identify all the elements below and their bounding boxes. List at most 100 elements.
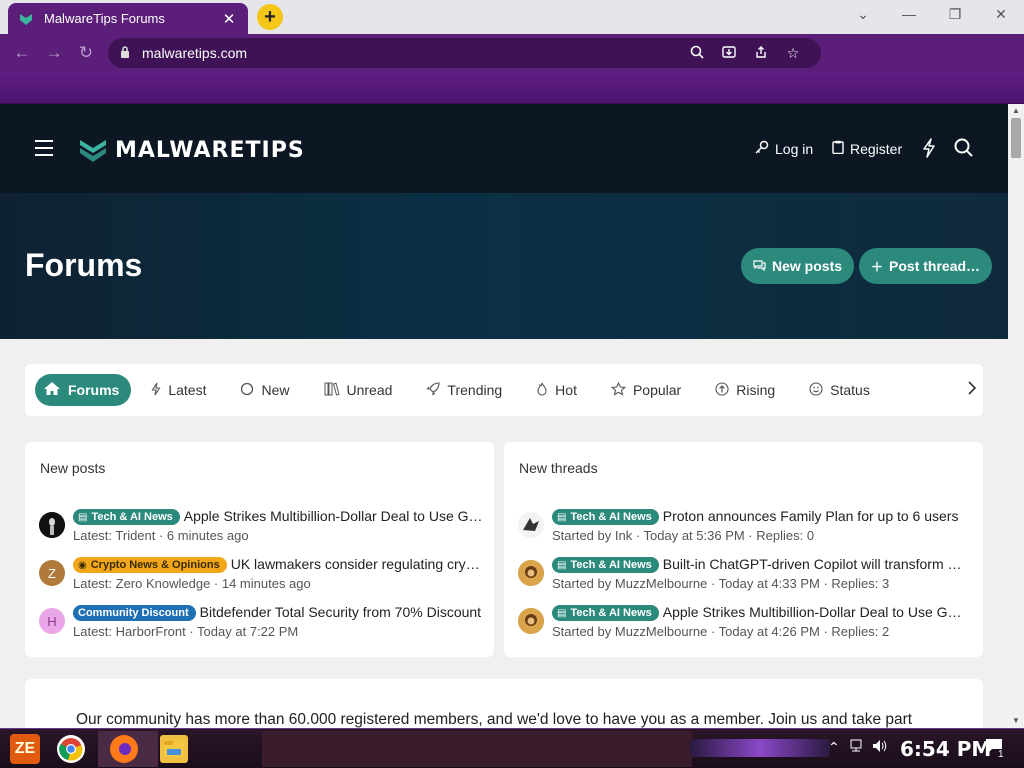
scroll-down-icon[interactable]: ▼ bbox=[1008, 714, 1024, 728]
home-icon bbox=[43, 381, 61, 399]
install-icon[interactable] bbox=[713, 45, 745, 62]
lock-icon bbox=[120, 45, 130, 61]
list-item[interactable]: H Community Discount Bitdefender Total Se… bbox=[39, 602, 481, 642]
panel-title[interactable]: New threads bbox=[519, 460, 598, 476]
list-item[interactable]: ▤ Tech & AI News Built-in ChatGPT-driven C… bbox=[518, 554, 962, 594]
books-icon bbox=[324, 382, 340, 399]
forward-arrow-icon[interactable]: → bbox=[38, 37, 70, 69]
list-item[interactable]: ▤ Tech & AI News Proton announces Family P… bbox=[518, 506, 958, 546]
network-icon[interactable] bbox=[848, 739, 864, 756]
thread-meta: Started by Ink · Today at 5:36 PM · Repl… bbox=[552, 528, 815, 543]
tab-trending[interactable]: Trending bbox=[412, 374, 516, 406]
tab-close-icon[interactable]: ✕ bbox=[220, 10, 238, 28]
tab-popular[interactable]: Popular bbox=[597, 374, 695, 406]
back-arrow-icon[interactable]: ← bbox=[6, 37, 38, 69]
badge-label: Community Discount bbox=[78, 607, 189, 619]
avatar[interactable]: Z bbox=[39, 560, 65, 586]
badge-label: Tech & AI News bbox=[570, 607, 652, 619]
thread-title[interactable]: Bitdefender Total Security from 70% Disc… bbox=[200, 604, 481, 620]
news-icon: ▤ bbox=[557, 608, 567, 619]
tab-label: Status bbox=[830, 382, 870, 398]
category-badge[interactable]: ▤ Tech & AI News bbox=[552, 605, 659, 621]
news-icon: ▤ bbox=[557, 560, 567, 571]
list-item[interactable]: Z ◉ Crypto News & Opinions UK lawmakers co… bbox=[39, 554, 483, 594]
tab-label: Trending bbox=[447, 382, 503, 398]
malwaretips-favicon-icon bbox=[18, 11, 34, 27]
tab-label: Popular bbox=[632, 382, 682, 398]
tab-label: Unread bbox=[346, 382, 393, 398]
start-button[interactable]: ZE bbox=[10, 734, 40, 764]
panel-title[interactable]: New posts bbox=[40, 460, 105, 476]
tab-status[interactable]: Status bbox=[795, 374, 884, 406]
page-title: Forums bbox=[25, 247, 143, 283]
tab-label: Latest bbox=[168, 382, 207, 398]
hamburger-menu-icon[interactable] bbox=[35, 140, 53, 156]
badge-label: Tech & AI News bbox=[570, 511, 652, 523]
category-badge[interactable]: Community Discount bbox=[73, 605, 196, 621]
list-item[interactable]: ▤ Tech & AI News Apple Strikes Multibillio… bbox=[518, 602, 962, 642]
scrollbar-thumb[interactable] bbox=[1011, 118, 1021, 158]
search-icon[interactable] bbox=[954, 138, 973, 162]
coin-icon: ◉ bbox=[78, 560, 87, 571]
tab-label: Rising bbox=[736, 382, 776, 398]
address-bar[interactable]: malwaretips.com ☆ bbox=[108, 38, 821, 68]
smile-icon bbox=[809, 381, 823, 399]
tray-chevron-up-icon[interactable]: ⌃ bbox=[828, 739, 840, 756]
thread-title[interactable]: Apple Strikes Multibillion-Dollar Deal t… bbox=[663, 604, 962, 620]
login-link[interactable]: Log in bbox=[755, 140, 813, 157]
tab-rising[interactable]: Rising bbox=[701, 374, 789, 406]
post-thread-label: Post thread… bbox=[889, 258, 981, 274]
new-posts-label: New posts bbox=[772, 258, 843, 274]
category-badge[interactable]: ▤ Tech & AI News bbox=[552, 509, 659, 525]
thread-meta: Started by MuzzMelbourne · Today at 4:33… bbox=[552, 576, 890, 591]
thread-title[interactable]: Proton announces Family Plan for up to 6… bbox=[663, 508, 959, 524]
restore-button[interactable]: ❐ bbox=[944, 6, 966, 26]
avatar[interactable] bbox=[518, 560, 544, 586]
minimize-button[interactable]: — bbox=[898, 6, 920, 26]
thread-meta: Started by MuzzMelbourne · Today at 4:26… bbox=[552, 624, 890, 639]
whats-new-bolt-icon[interactable] bbox=[921, 138, 937, 163]
tab-latest[interactable]: Latest bbox=[137, 374, 220, 406]
avatar[interactable]: H bbox=[39, 608, 65, 634]
plus-icon: ＋ bbox=[871, 259, 884, 274]
tab-new[interactable]: New bbox=[226, 374, 303, 406]
firefox-app-icon[interactable] bbox=[110, 735, 138, 763]
chevron-right-icon[interactable] bbox=[967, 380, 977, 401]
comments-icon bbox=[753, 259, 766, 274]
new-tab-button[interactable]: + bbox=[257, 4, 283, 30]
tab-hot[interactable]: Hot bbox=[522, 374, 591, 406]
volume-icon[interactable] bbox=[872, 739, 888, 756]
avatar[interactable] bbox=[518, 512, 544, 538]
tab-forums[interactable]: Forums bbox=[35, 374, 132, 406]
tab-search-icon[interactable]: ⌄ bbox=[852, 6, 874, 26]
reload-icon[interactable]: ↻ bbox=[70, 37, 102, 69]
scroll-up-icon[interactable]: ▲ bbox=[1008, 104, 1024, 118]
list-item[interactable]: ▤ Tech & AI News Apple Strikes Multibillio… bbox=[39, 506, 483, 546]
close-window-button[interactable]: ✕ bbox=[990, 6, 1012, 26]
tab-unread[interactable]: Unread bbox=[310, 374, 407, 406]
page-scrollbar[interactable]: ▲ ▼ bbox=[1008, 104, 1024, 728]
thread-title[interactable]: Built-in ChatGPT-driven Copilot will tra… bbox=[663, 556, 962, 572]
category-badge[interactable]: ▤ Tech & AI News bbox=[552, 557, 659, 573]
search-icon[interactable] bbox=[681, 45, 713, 62]
avatar[interactable] bbox=[518, 608, 544, 634]
browser-tab[interactable]: MalwareTips Forums ✕ bbox=[8, 3, 248, 34]
bookmark-star-icon[interactable]: ☆ bbox=[777, 45, 809, 62]
share-icon[interactable] bbox=[745, 45, 777, 62]
site-logo[interactable]: MALWARETIPS bbox=[79, 136, 305, 164]
category-badge[interactable]: ◉ Crypto News & Opinions bbox=[73, 557, 227, 573]
post-thread-button[interactable]: ＋ Post thread… bbox=[859, 248, 993, 284]
post-meta: Latest: HarborFront · Today at 7:22 PM bbox=[73, 624, 299, 639]
system-clock[interactable]: 6:54 PM bbox=[900, 737, 991, 761]
register-link[interactable]: Register bbox=[832, 140, 902, 157]
url-text[interactable]: malwaretips.com bbox=[142, 45, 681, 61]
thread-title[interactable]: UK lawmakers consider regulating crypto bbox=[231, 556, 483, 572]
thread-title[interactable]: Apple Strikes Multibillion-Dollar Deal t… bbox=[184, 508, 483, 524]
file-explorer-icon[interactable] bbox=[160, 735, 188, 763]
category-badge[interactable]: ▤ Tech & AI News bbox=[73, 509, 180, 525]
site-header: MALWARETIPS Log in Register bbox=[0, 104, 1008, 193]
new-posts-button[interactable]: New posts bbox=[741, 248, 855, 284]
avatar[interactable] bbox=[39, 512, 65, 538]
chrome-app-icon[interactable] bbox=[57, 735, 85, 763]
star-icon bbox=[610, 381, 627, 399]
